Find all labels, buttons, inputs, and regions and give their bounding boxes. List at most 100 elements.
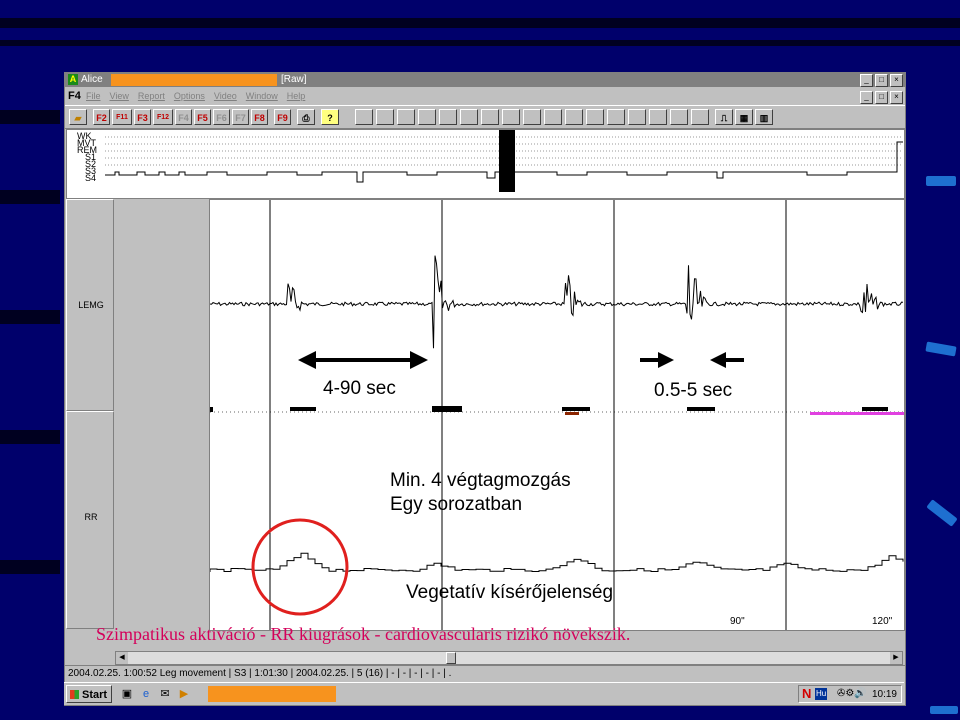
maximize-button[interactable]: □ <box>875 74 888 87</box>
key-f7[interactable]: F7 <box>232 109 249 125</box>
channel-labels: LEMG RR <box>66 199 114 629</box>
document-name: [Raw] <box>281 74 307 85</box>
doc-maximize-button[interactable]: □ <box>875 91 888 104</box>
scroll-left-icon[interactable]: ◀ <box>116 652 128 664</box>
event-marker <box>432 406 462 412</box>
event-marker <box>210 407 213 412</box>
language-indicator[interactable]: Hu <box>815 688 828 700</box>
interval-label: 4-90 sec <box>323 378 396 399</box>
menu-options[interactable]: Options <box>174 88 205 104</box>
key-f8[interactable]: F8 <box>251 109 268 125</box>
menu-file[interactable]: File <box>86 88 101 104</box>
desktop-icon[interactable]: ▣ <box>120 687 134 701</box>
grid-icon[interactable]: ▦ <box>735 109 753 125</box>
key-f9[interactable]: F9 <box>274 109 291 125</box>
event-marker <box>562 407 590 411</box>
interval-arrow <box>298 351 428 369</box>
open-folder-icon[interactable]: ▰ <box>69 109 87 125</box>
toolbar-blank-button[interactable] <box>418 109 436 125</box>
windows-logo-icon <box>70 690 79 699</box>
toolbar-blank-button[interactable] <box>502 109 520 125</box>
key-f5[interactable]: F5 <box>194 109 211 125</box>
toolbar-blank-button[interactable] <box>586 109 604 125</box>
toolbar-blank-button[interactable] <box>691 109 709 125</box>
key-f3[interactable]: F3 <box>134 109 151 125</box>
status-bar: 2004.02.25. 1:00:52 Leg movement | S3 | … <box>65 665 905 682</box>
redacted-title <box>111 74 277 86</box>
menu-view[interactable]: View <box>110 88 129 104</box>
channel-rr-label: RR <box>84 512 98 522</box>
channel-lemg-label: LEMG <box>78 300 104 310</box>
time-mark-120: 120" <box>872 616 893 627</box>
app-name: Alice <box>81 74 103 85</box>
menu-help[interactable]: Help <box>287 88 306 104</box>
key-f4[interactable]: F4 <box>175 109 192 125</box>
close-button[interactable]: × <box>890 74 903 87</box>
scroll-thumb[interactable] <box>446 652 456 664</box>
series-line1: Min. 4 végtagmozgás <box>390 470 571 491</box>
toolbar: ▰ F2 F11 F3 F12 F4 F5 F6 F7 F8 F9 ⎙ ? ⎍ … <box>65 105 905 129</box>
menu-bar: F4 File View Report Options Video Window… <box>65 88 905 104</box>
event-marker <box>687 407 715 411</box>
key-f12[interactable]: F12 <box>153 109 173 125</box>
hypnogram-panel: WK MVT REM S1 S2 S3 S4 <box>66 129 905 199</box>
time-mark-90: 90" <box>730 616 745 627</box>
help-icon[interactable]: ? <box>321 109 339 125</box>
event-marker <box>862 407 888 411</box>
scroll-right-icon[interactable]: ▶ <box>890 652 902 664</box>
toolbar-blank-button[interactable] <box>460 109 478 125</box>
menu-window[interactable]: Window <box>246 88 278 104</box>
key-f6[interactable]: F6 <box>213 109 230 125</box>
channel-rr-box[interactable]: RR <box>66 411 114 629</box>
internet-explorer-icon[interactable]: e <box>139 687 153 701</box>
key-f11[interactable]: F11 <box>112 109 132 125</box>
toolbar-blank-button[interactable] <box>355 109 373 125</box>
toolbar-blank-button[interactable] <box>565 109 583 125</box>
waveform-icon[interactable]: ⎍ <box>715 109 733 125</box>
mode-indicator: F4 <box>68 90 81 102</box>
signal-traces <box>210 200 904 630</box>
minimize-button[interactable]: _ <box>860 74 873 87</box>
system-tray: N Hu ✇⚙🔊 10:19 <box>798 685 902 703</box>
toolbar-blank-button[interactable] <box>607 109 625 125</box>
vegetative-label: Vegetatív kísérőjelenség <box>406 582 614 603</box>
outlook-icon[interactable]: ✉ <box>158 687 172 701</box>
print-icon[interactable]: ⎙ <box>297 109 315 125</box>
event-marker <box>565 412 579 415</box>
start-button[interactable]: Start <box>66 685 112 703</box>
slide-caption: Szimpatikus aktiváció - RR kiugrások - c… <box>96 624 631 644</box>
status-text: 2004.02.25. 1:00:52 Leg movement | S3 | … <box>68 668 452 679</box>
toolbar-blank-button[interactable] <box>481 109 499 125</box>
toolbar-blank-button[interactable] <box>628 109 646 125</box>
key-f2[interactable]: F2 <box>93 109 110 125</box>
taskbar: Start ▣ e ✉ ▶ N Hu ✇⚙🔊 10:19 <box>64 682 904 705</box>
tray-icons[interactable]: ✇⚙🔊 <box>837 688 867 699</box>
duration-label: 0.5-5 sec <box>654 380 733 401</box>
doc-close-button[interactable]: × <box>890 91 903 104</box>
menu-report[interactable]: Report <box>138 88 165 104</box>
hypnogram-trace <box>105 130 903 192</box>
toolbar-blank-button[interactable] <box>649 109 667 125</box>
doc-minimize-button[interactable]: _ <box>860 91 873 104</box>
toolbar-blank-button[interactable] <box>544 109 562 125</box>
event-marker <box>290 407 316 411</box>
series-line2: Egy sorozatban <box>390 494 523 515</box>
channel-lemg-box[interactable]: LEMG <box>66 199 114 411</box>
redacted-task-button[interactable] <box>208 686 336 702</box>
clock: 10:19 <box>871 689 897 700</box>
highlight-circle <box>251 518 349 616</box>
toolbar-blank-button[interactable] <box>376 109 394 125</box>
menu-video[interactable]: Video <box>214 88 237 104</box>
toolbar-blank-button[interactable] <box>439 109 457 125</box>
toolbar-blank-button[interactable] <box>523 109 541 125</box>
duration-arrows <box>640 352 744 368</box>
norton-icon[interactable]: N <box>802 687 811 701</box>
signal-trace-area[interactable]: 4-90 sec 0.5-5 sec Min. 4 végtagmozgás E… <box>209 199 905 631</box>
toolbar-blank-button[interactable] <box>670 109 688 125</box>
media-icon[interactable]: ▶ <box>177 687 191 701</box>
layout-icon[interactable]: ▥ <box>755 109 773 125</box>
alice-window: A Alice [Raw] _ □ × F4 File View Report … <box>64 72 906 706</box>
horizontal-scrollbar[interactable]: ◀ ▶ <box>115 651 903 665</box>
toolbar-blank-button[interactable] <box>397 109 415 125</box>
start-label: Start <box>82 689 108 701</box>
